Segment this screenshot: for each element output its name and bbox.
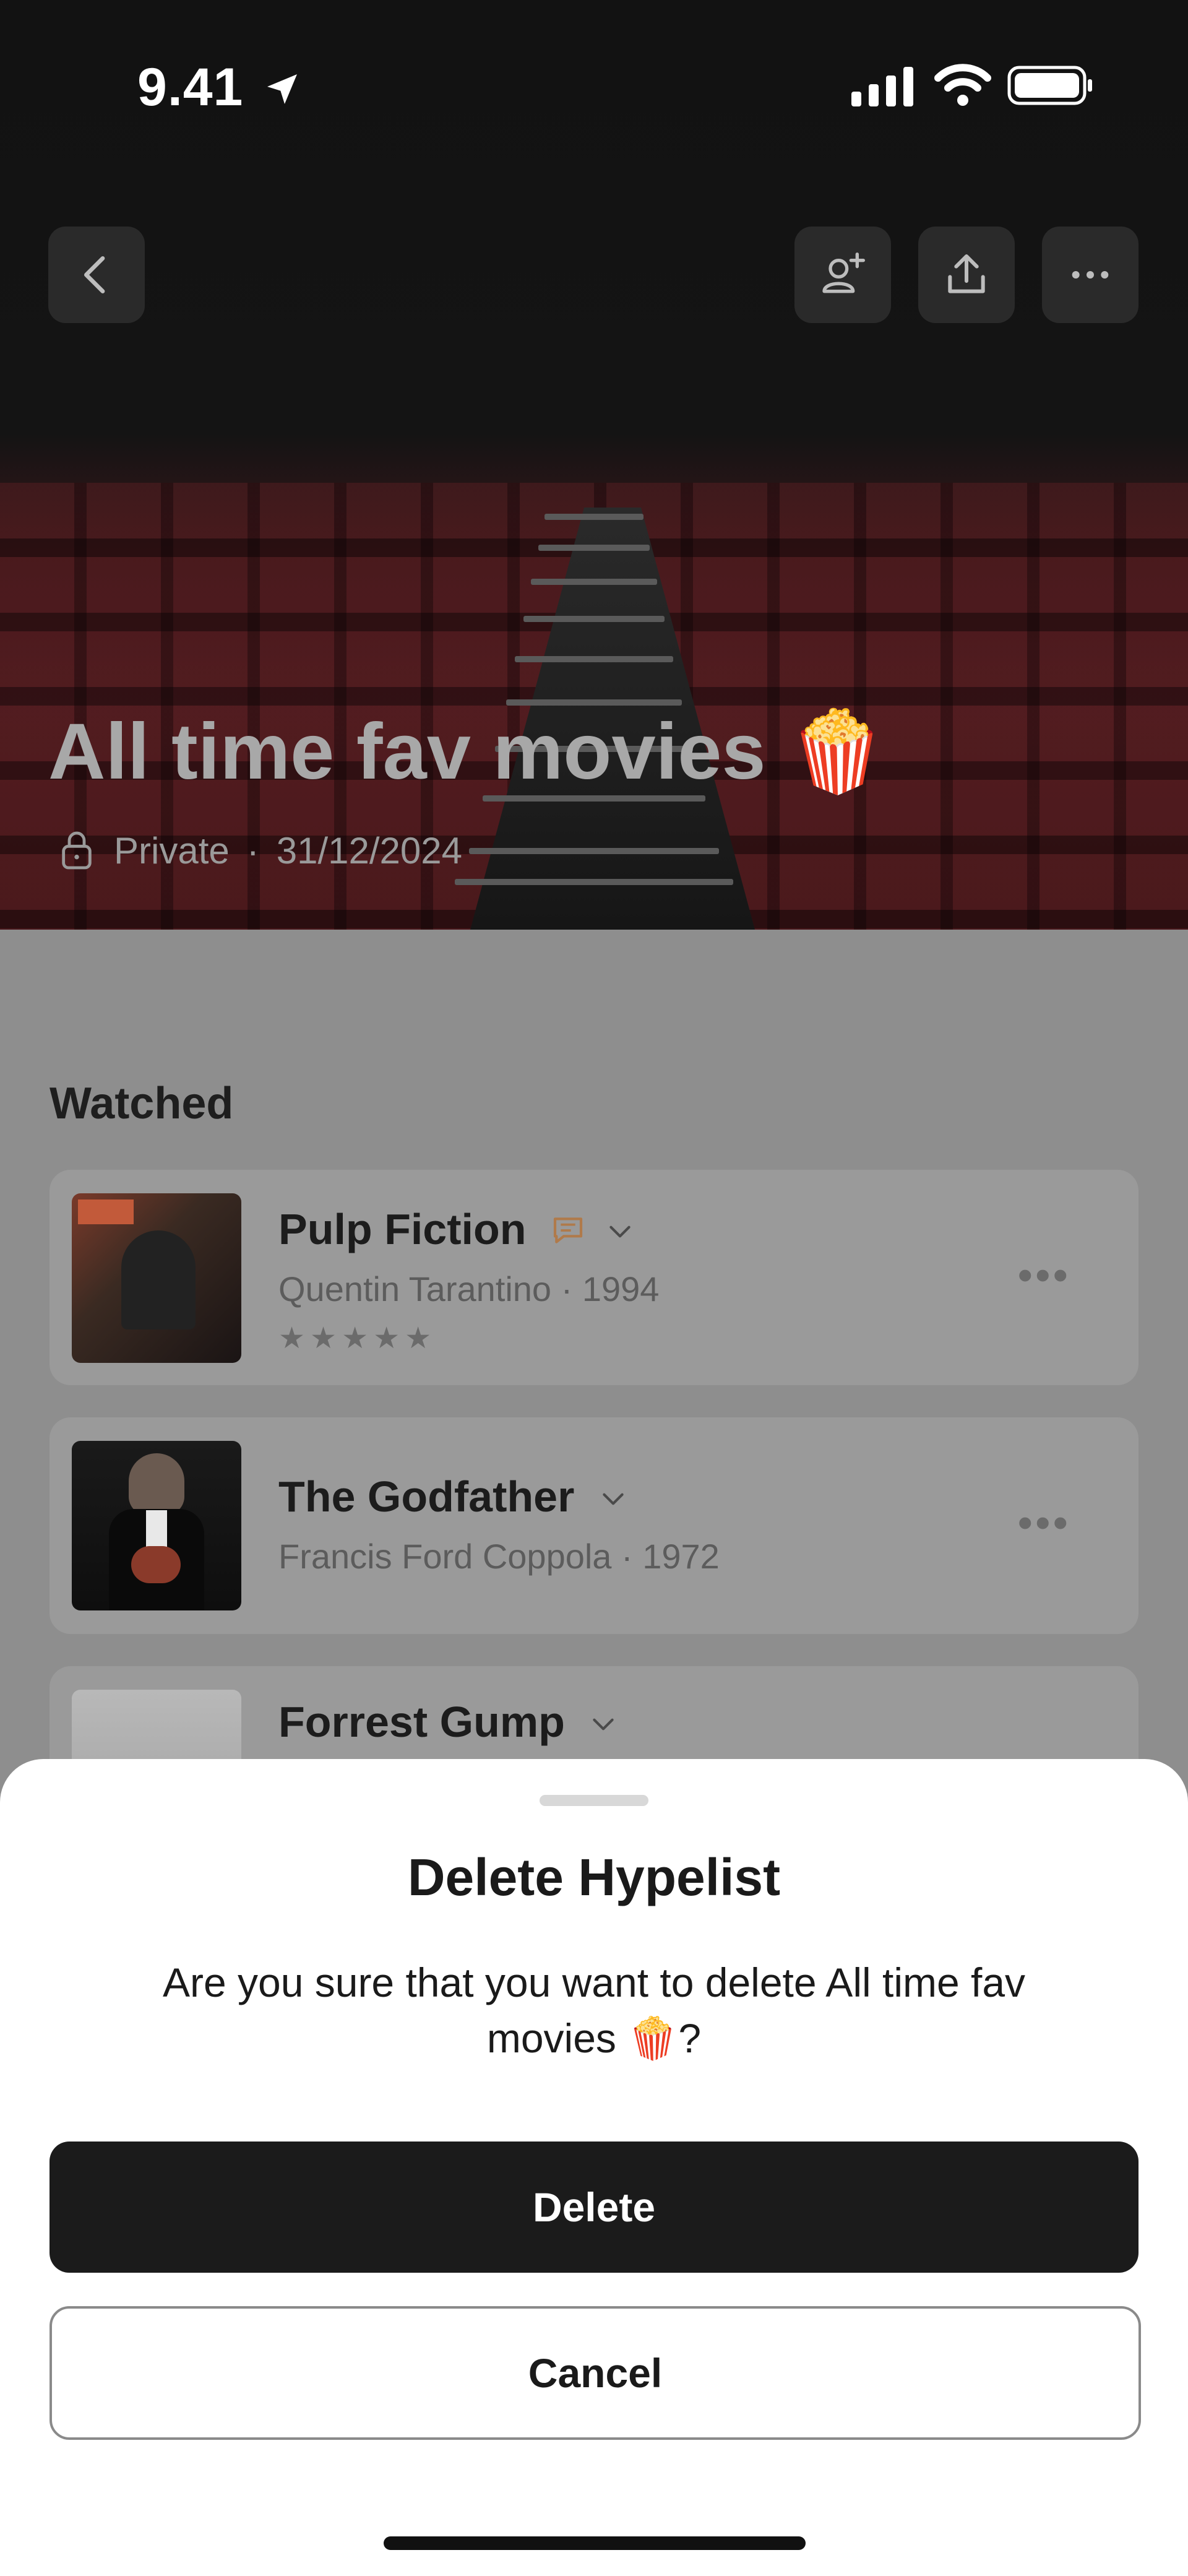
movie-subtitle: Quentin Tarantino · 1994	[278, 1269, 660, 1308]
movie-more-button[interactable]: •••	[1017, 1250, 1070, 1300]
wifi-icon	[934, 64, 991, 106]
movie-more-button[interactable]: •••	[1017, 1498, 1070, 1547]
rating-stars: ★★★★★	[278, 1322, 437, 1355]
back-icon	[84, 256, 105, 293]
add-collaborator-icon	[822, 253, 865, 293]
aisle-step	[455, 879, 733, 885]
movie-card[interactable]: Pulp Fiction Quentin Tarantino · 1994 ★★…	[50, 1170, 1138, 1385]
dialog-title: Delete Hypelist	[407, 1848, 781, 1906]
chevron-down-icon[interactable]	[605, 1216, 635, 1247]
status-time-text: 9.41	[137, 58, 244, 117]
more-icon	[1072, 271, 1109, 279]
sheet-grabber[interactable]	[540, 1795, 648, 1806]
movie-poster-pulp-fiction	[72, 1193, 241, 1363]
signal-icon	[851, 67, 913, 106]
movie-card[interactable]: The Godfather Francis Ford Coppola · 197…	[50, 1417, 1138, 1634]
dialog-message: Are you sure that you want to delete All…	[162, 1960, 1026, 2061]
back-button[interactable]	[48, 227, 145, 323]
movie-title: The Godfather	[278, 1472, 629, 1521]
aisle-step	[538, 545, 650, 551]
share-icon	[948, 254, 985, 293]
section-title-watched: Watched	[50, 1079, 234, 1128]
movie-title: Forrest Gump	[278, 1697, 619, 1747]
status-icons	[848, 62, 1095, 111]
more-options-button[interactable]	[1042, 227, 1138, 323]
aisle-step	[469, 848, 719, 854]
hypelist-title: All time fav movies 🍿	[48, 707, 887, 796]
delete-button[interactable]: Delete	[50, 2142, 1138, 2273]
share-button[interactable]	[918, 227, 1015, 323]
movie-title-text: The Godfather	[278, 1472, 575, 1521]
cancel-button[interactable]: Cancel	[50, 2306, 1141, 2440]
hypelist-meta: Private · 31/12/2024	[57, 828, 462, 873]
aisle-step	[506, 699, 682, 706]
movie-title: Pulp Fiction	[278, 1204, 635, 1254]
battery-icon	[1007, 66, 1092, 105]
movie-title-text: Forrest Gump	[278, 1698, 565, 1746]
location-arrow-icon	[267, 74, 298, 104]
chevron-down-icon[interactable]	[588, 1708, 619, 1739]
add-collaborator-button[interactable]	[794, 227, 891, 323]
meta-separator: ·	[246, 829, 259, 871]
movie-title-text: Pulp Fiction	[278, 1205, 527, 1253]
status-time: 9.41	[137, 57, 302, 118]
movie-subtitle: Francis Ford Coppola · 1972	[278, 1537, 720, 1576]
aisle-step	[531, 579, 657, 585]
comment-icon[interactable]	[551, 1213, 585, 1248]
lock-icon	[62, 831, 92, 870]
aisle-step	[515, 656, 673, 662]
chevron-down-icon[interactable]	[598, 1483, 629, 1514]
hypelist-date: 31/12/2024	[276, 829, 463, 871]
home-indicator[interactable]	[384, 2536, 806, 2550]
movie-poster-the-godfather	[72, 1441, 241, 1610]
aisle-step	[523, 616, 665, 622]
aisle-step	[544, 514, 644, 520]
privacy-label: Private	[114, 829, 230, 871]
